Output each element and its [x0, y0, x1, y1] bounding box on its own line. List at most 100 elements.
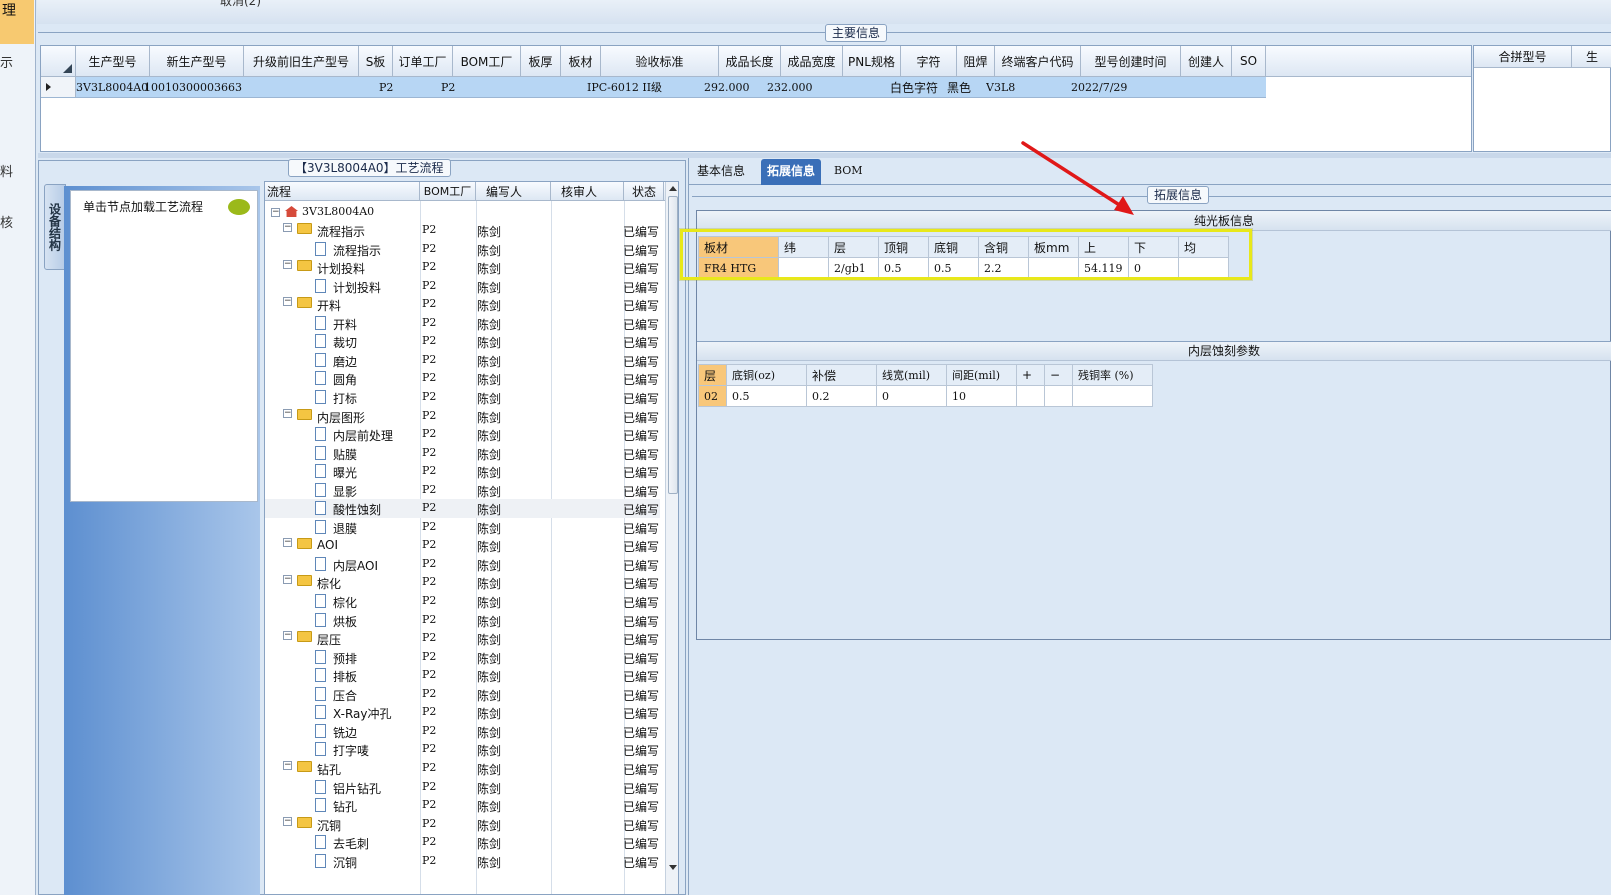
top-partial-label[interactable]: 取消(2): [220, 0, 261, 9]
tree-node-row[interactable]: 显影 P2 陈剑 已编写: [265, 481, 660, 500]
scroll-thumb[interactable]: [668, 196, 678, 494]
hint-box[interactable]: 单击节点加载工艺流程: [70, 190, 258, 502]
tree-node-row[interactable]: 裁切 P2 陈剑 已编写: [265, 332, 660, 351]
tree-node-row[interactable]: 酸性蚀刻 P2 陈剑 已编写: [265, 499, 660, 518]
left-nav-item[interactable]: 料: [0, 161, 13, 180]
column-header[interactable]: 间距(mil): [946, 364, 1017, 386]
cell-creator[interactable]: [1181, 77, 1232, 97]
tree-node-row[interactable]: 铣边 P2 陈剑 已编写: [265, 722, 660, 741]
column-header[interactable]: S板: [359, 46, 393, 76]
cell-order-factory[interactable]: P2: [379, 77, 439, 97]
collapse-icon[interactable]: −: [283, 538, 292, 548]
tree-node-row[interactable]: 退膜 P2 陈剑 已编写: [265, 518, 660, 537]
tree-node-row[interactable]: 沉铜 P2 陈剑 已编写: [265, 852, 660, 871]
tree-node-row[interactable]: 贴膜 P2 陈剑 已编写: [265, 444, 660, 463]
column-header[interactable]: 底铜(oz): [726, 364, 807, 386]
tree-folder-row[interactable]: − 钻孔 P2 陈剑 已编写: [265, 759, 660, 778]
column-header[interactable]: 合拼型号: [1474, 46, 1572, 67]
cell-new-model[interactable]: 10010300003663: [144, 77, 254, 97]
collapse-icon[interactable]: −: [271, 208, 280, 217]
column-header[interactable]: PNL规格: [843, 46, 901, 76]
cell-bottom-copper[interactable]: 0.5: [726, 385, 807, 407]
column-header[interactable]: 成品宽度: [781, 46, 843, 76]
tree-scrollbar[interactable]: [665, 182, 678, 894]
tree-folder-row[interactable]: − 开料 P2 陈剑 已编写: [265, 295, 660, 314]
tree-node-row[interactable]: 排板 P2 陈剑 已编写: [265, 666, 660, 685]
tree-node-row[interactable]: 计划投料 P2 陈剑 已编写: [265, 277, 660, 296]
cell-residual-copper[interactable]: [1072, 385, 1153, 407]
column-header[interactable]: 升级前旧生产型号: [244, 46, 359, 76]
cell-minus[interactable]: [1044, 385, 1073, 407]
cell-customer-code[interactable]: V3L8: [986, 77, 1072, 97]
cell-model[interactable]: 3V3L8004A0: [76, 77, 150, 97]
left-nav-item-active[interactable]: 理: [0, 0, 34, 44]
column-header[interactable]: 生产型号: [76, 46, 150, 76]
cell-compensation[interactable]: 0.2: [806, 385, 877, 407]
column-header[interactable]: 层: [698, 364, 727, 386]
column-header[interactable]: 流程: [265, 182, 420, 200]
device-structure-tab[interactable]: 设备结构: [44, 184, 66, 270]
tree-folder-row[interactable]: − 计划投料 P2 陈剑 已编写: [265, 258, 660, 277]
tree-node-row[interactable]: 内层前处理 P2 陈剑 已编写: [265, 425, 660, 444]
cell-length[interactable]: 292.000: [704, 77, 766, 97]
column-header[interactable]: −: [1044, 364, 1073, 386]
table-row[interactable]: 02 0.5 0.2 0 10: [698, 385, 1153, 407]
cell-spacing[interactable]: 10: [946, 385, 1017, 407]
column-header[interactable]: 生: [1572, 46, 1611, 67]
column-header[interactable]: 型号创建时间: [1081, 46, 1181, 76]
collapse-icon[interactable]: −: [283, 631, 292, 641]
column-header[interactable]: BOM工厂: [420, 182, 476, 200]
tree-folder-row[interactable]: − 流程指示 P2 陈剑 已编写: [265, 221, 660, 240]
tab-extended-info[interactable]: 拓展信息: [761, 159, 822, 185]
tree-root-row[interactable]: − 3V3L8004A0: [265, 203, 665, 221]
column-header[interactable]: 编写人: [476, 182, 551, 200]
cell-created-time[interactable]: 2022/7/29: [1071, 77, 1171, 97]
cell-plus[interactable]: [1016, 385, 1045, 407]
column-header[interactable]: 核审人: [551, 182, 624, 200]
cell-solder-mask[interactable]: 黑色: [947, 77, 985, 97]
tree-folder-row[interactable]: − 棕化 P2 陈剑 已编写: [265, 573, 660, 592]
collapse-icon[interactable]: −: [283, 408, 292, 418]
tree-node-row[interactable]: 流程指示 P2 陈剑 已编写: [265, 240, 660, 259]
column-header[interactable]: 残铜率 (%): [1072, 364, 1153, 386]
tree-node-row[interactable]: 打字唛 P2 陈剑 已编写: [265, 740, 660, 759]
tab-basic-info[interactable]: 基本信息: [691, 160, 751, 184]
scroll-down-icon[interactable]: [669, 865, 677, 870]
tab-bom[interactable]: BOM: [828, 160, 869, 184]
collapse-icon[interactable]: −: [283, 260, 292, 270]
tree-node-row[interactable]: 曝光 P2 陈剑 已编写: [265, 462, 660, 481]
collapse-icon[interactable]: −: [283, 575, 292, 585]
cell-layer[interactable]: 02: [698, 385, 727, 407]
cell-standard[interactable]: IPC-6012 II级: [587, 77, 705, 97]
column-header[interactable]: SO: [1232, 46, 1266, 76]
column-header[interactable]: 订单工厂: [393, 46, 453, 76]
tree-node-row[interactable]: 磨边 P2 陈剑 已编写: [265, 351, 660, 370]
tree-node-row[interactable]: 压合 P2 陈剑 已编写: [265, 685, 660, 704]
collapse-icon[interactable]: −: [283, 297, 292, 307]
column-header[interactable]: 创建人: [1181, 46, 1232, 76]
column-header[interactable]: 新生产型号: [150, 46, 244, 76]
tree-folder-row[interactable]: − 沉铜 P2 陈剑 已编写: [265, 815, 660, 834]
left-nav-item[interactable]: 示: [0, 52, 13, 71]
column-header[interactable]: 成品长度: [719, 46, 781, 76]
table-row-selected[interactable]: 3V3L8004A0 10010300003663 P2 P2 IPC-6012…: [41, 77, 1266, 98]
tree-node-row[interactable]: 烘板 P2 陈剑 已编写: [265, 611, 660, 630]
tree-node-row[interactable]: 钻孔 P2 陈剑 已编写: [265, 796, 660, 815]
collapse-icon[interactable]: −: [283, 816, 292, 826]
tree-node-row[interactable]: 棕化 P2 陈剑 已编写: [265, 592, 660, 611]
collapse-icon[interactable]: −: [283, 223, 292, 232]
tree-node-row[interactable]: X-Ray冲孔 P2 陈剑 已编写: [265, 703, 660, 722]
left-nav-item[interactable]: 核: [0, 212, 13, 231]
column-header[interactable]: BOM工厂: [453, 46, 521, 76]
column-header[interactable]: 验收标准: [601, 46, 719, 76]
tree-node-row[interactable]: 打标 P2 陈剑 已编写: [265, 388, 660, 407]
cell-old-model[interactable]: [244, 77, 359, 97]
tree-node-row[interactable]: 开料 P2 陈剑 已编写: [265, 314, 660, 333]
column-header[interactable]: 状态: [624, 182, 664, 200]
cell-line-width[interactable]: 0: [876, 385, 947, 407]
column-header[interactable]: 板厚: [521, 46, 561, 76]
tree-node-row[interactable]: 圆角 P2 陈剑 已编写: [265, 369, 660, 388]
tree-folder-row[interactable]: − AOI P2 陈剑 已编写: [265, 536, 660, 555]
column-header[interactable]: +: [1016, 364, 1045, 386]
tree-node-row[interactable]: 铝片钻孔 P2 陈剑 已编写: [265, 778, 660, 797]
